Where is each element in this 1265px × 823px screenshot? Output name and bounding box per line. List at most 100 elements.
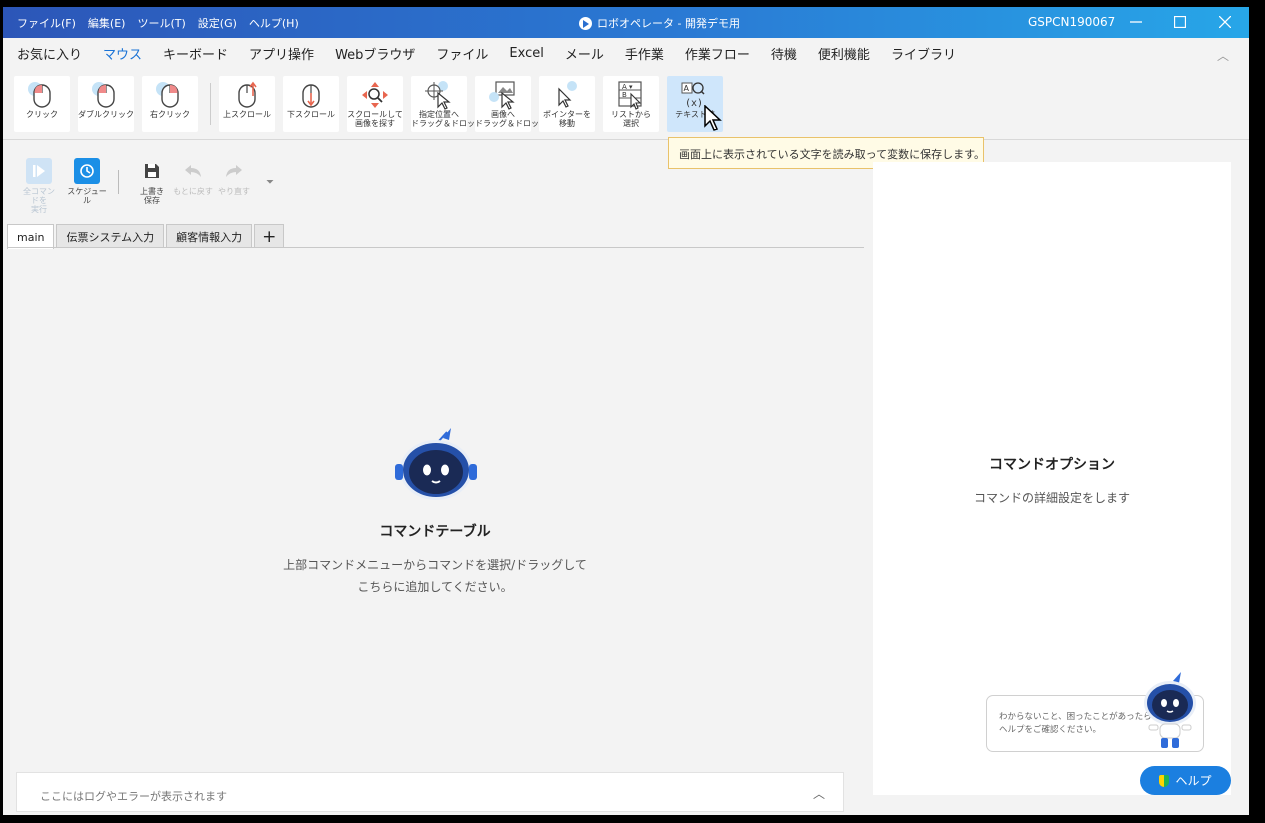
mouse-right-click-icon [156, 82, 179, 108]
scroll-find-image-button[interactable]: スクロールして 画像を探す [347, 76, 403, 132]
ribbon-tab-favorites[interactable]: お気に入り [17, 44, 82, 63]
ribbon-tab-keyboard[interactable]: キーボード [163, 44, 228, 63]
menu-file[interactable]: ファイル(F) [17, 15, 76, 31]
select-from-list-label2: 選択 [623, 119, 639, 128]
close-button[interactable] [1210, 10, 1240, 34]
mouse-click-icon [28, 82, 51, 108]
pc-name: GSPCN190067 [1028, 15, 1116, 29]
drag-to-position-label1: 指定位置へ [419, 110, 459, 119]
menu-tools[interactable]: ツール(T) [137, 15, 185, 31]
svg-text:B: B [622, 91, 627, 99]
svg-text:(x): (x) [685, 98, 703, 109]
select-from-list-icon: A ▾B [618, 81, 642, 110]
mouse-double-click-icon [92, 82, 115, 108]
ribbon-tab-flow[interactable]: 作業フロー [685, 44, 750, 63]
ribbon-tab-excel[interactable]: Excel [509, 46, 543, 61]
ribbon-tab-wait[interactable]: 待機 [771, 44, 797, 63]
move-pointer-label1: ポインターを [543, 110, 591, 119]
save-label2: 保存 [144, 196, 160, 205]
command-options-panel: コマンドオプション コマンドの詳細設定をします わからないこと、困ったことがあっ… [873, 162, 1231, 795]
ribbon-tab-mouse[interactable]: マウス [103, 44, 142, 63]
drag-to-position-label2: ドラッグ＆ドロップ [411, 119, 483, 128]
scroll-down-button[interactable]: 下スクロール [283, 76, 339, 132]
command-table-title: コマンドテーブル [379, 524, 491, 540]
scroll-up-label: 上スクロール [223, 110, 271, 119]
collapse-ribbon-icon[interactable]: ︿ [1217, 47, 1229, 64]
drag-to-image-button[interactable]: 画像へ ドラッグ＆ドロップ [475, 76, 547, 132]
drag-to-image-label1: 画像へ [491, 110, 515, 119]
mouse-cursor-icon [704, 105, 722, 131]
scroll-find-image-icon [362, 82, 388, 108]
chevron-up-icon[interactable]: ︿ [813, 785, 825, 802]
click-button[interactable]: クリック [14, 76, 70, 132]
ribbon-panel: クリック ダブルクリック 右クリック 上スクロール 下スクロール スクロールして… [3, 69, 1249, 140]
log-placeholder: ここにはログやエラーが表示されます [40, 790, 227, 803]
drag-to-image-icon [489, 81, 515, 110]
ribbon-tab-app[interactable]: アプリ操作 [249, 44, 314, 63]
redo-icon [221, 158, 247, 184]
robot-helper-icon [1144, 672, 1196, 748]
scroll-find-image-label2: 画像を探す [355, 119, 395, 128]
tab-customer-info[interactable]: 顧客情報入力 [166, 224, 253, 248]
tab-main[interactable]: main [7, 224, 55, 249]
beginner-mark-icon [1159, 774, 1170, 787]
maximize-button[interactable] [1165, 10, 1195, 34]
double-click-button[interactable]: ダブルクリック [78, 76, 134, 132]
window-title: ロボオペレータ - 開発デモ用 [579, 15, 740, 31]
ribbon-tab-mail[interactable]: メール [565, 44, 604, 63]
ribbon-tab-utility[interactable]: 便利機能 [818, 44, 870, 63]
redo-button[interactable]: やり直す [216, 158, 252, 196]
app-window: ファイル(F) 編集(E) ツール(T) 設定(G) ヘルプ(H) ロボオペレー… [3, 7, 1249, 815]
select-from-list-label1: リストから [611, 110, 651, 119]
run-all-icon [26, 158, 52, 184]
ribbon-tab-file[interactable]: ファイル [436, 44, 488, 63]
command-options-desc: コマンドの詳細設定をします [973, 491, 1130, 505]
scroll-up-icon [238, 81, 257, 108]
save-icon [139, 158, 165, 184]
select-from-list-button[interactable]: A ▾ B リストから 選択 [603, 76, 659, 132]
menu-help[interactable]: ヘルプ(H) [249, 15, 299, 31]
command-table-desc-line2: こちらに追加してください。 [357, 580, 513, 594]
scroll-down-label: 下スクロール [287, 110, 335, 119]
scroll-find-image-label1: スクロールして [347, 110, 403, 119]
tab-divider [7, 247, 864, 248]
menu-settings[interactable]: 設定(G) [198, 15, 237, 31]
right-click-button[interactable]: 右クリック [142, 76, 198, 132]
undo-label: もとに戻す [173, 187, 213, 196]
save-button[interactable]: 上書き 保存 [137, 158, 167, 205]
help-button[interactable]: ヘルプ [1140, 766, 1231, 795]
ribbon-tab-library[interactable]: ライブラリ [891, 44, 956, 63]
add-tab-button[interactable]: + [254, 224, 285, 248]
drag-to-position-button[interactable]: 指定位置へ ドラッグ＆ドロップ [411, 76, 483, 132]
undo-icon [180, 158, 206, 184]
help-button-label: ヘルプ [1175, 774, 1212, 788]
command-table-desc: 上部コマンドメニューからコマンドを選択/ドラッグして こちらに追加してください。 [3, 554, 867, 598]
title-bar: ファイル(F) 編集(E) ツール(T) 設定(G) ヘルプ(H) ロボオペレー… [3, 7, 1249, 38]
command-table-desc-line1: 上部コマンドメニューからコマンドを選択/ドラッグして [283, 558, 587, 572]
robot-mascot-icon [395, 428, 477, 500]
double-click-label: ダブルクリック [78, 110, 134, 119]
minimize-button[interactable] [1121, 10, 1151, 34]
drag-to-image-label2: ドラッグ＆ドロップ [475, 119, 547, 128]
undo-button[interactable]: もとに戻す [173, 158, 213, 196]
ribbon-tab-manual[interactable]: 手作業 [625, 44, 664, 63]
menu-bar: ファイル(F) 編集(E) ツール(T) 設定(G) ヘルプ(H) [17, 15, 299, 31]
script-tabs: main 伝票システム入力 顧客情報入力 + [7, 224, 285, 249]
scroll-up-button[interactable]: 上スクロール [219, 76, 275, 132]
schedule-button[interactable]: スケジュール [66, 158, 108, 205]
ribbon-tab-web[interactable]: Webブラウザ [335, 44, 415, 63]
toolbar-separator [118, 170, 119, 194]
svg-text:A ▾: A ▾ [622, 83, 633, 91]
right-click-label: 右クリック [150, 110, 190, 119]
toolbar-overflow-icon[interactable]: ⏷ [266, 177, 274, 188]
move-pointer-label2: 移動 [559, 119, 575, 128]
close-icon [1219, 16, 1231, 28]
drag-to-position-icon [425, 81, 451, 110]
run-all-button[interactable]: 全コマンドを 実行 [20, 158, 58, 214]
move-pointer-button[interactable]: ポインターを 移動 [539, 76, 595, 132]
click-label: クリック [26, 110, 58, 119]
menu-edit[interactable]: 編集(E) [88, 15, 126, 31]
run-all-label2: 実行 [31, 205, 47, 214]
log-panel[interactable]: ここにはログやエラーが表示されます ︿ [16, 772, 844, 812]
tab-slip-system[interactable]: 伝票システム入力 [56, 224, 165, 248]
